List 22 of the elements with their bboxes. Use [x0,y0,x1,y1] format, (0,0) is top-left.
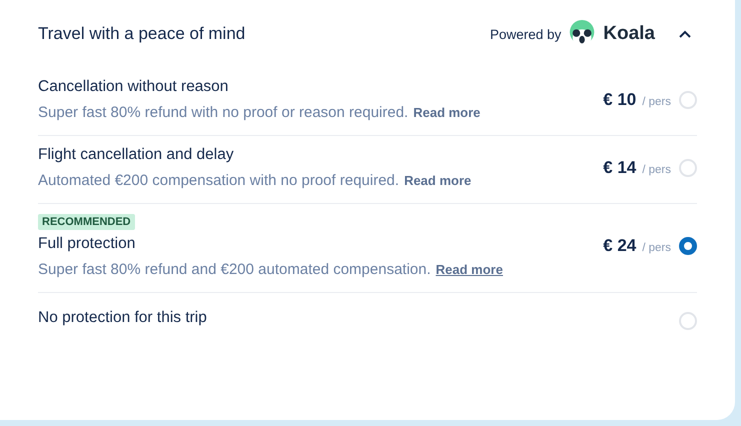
option-description: Automated €200 compensation with no proof required. [38,172,400,189]
price-unit: / pers [642,242,671,254]
chevron-icon[interactable] [679,30,691,38]
brand-name: Koala [603,23,655,45]
option-price: € 24 [603,236,636,256]
read-more-link[interactable]: Read more [404,173,472,188]
read-more-link[interactable]: Read more [436,262,503,277]
radio-button[interactable] [679,237,697,255]
powered-by-label: Powered by [490,26,562,42]
price-unit: / pers [642,96,671,108]
option-title: No protection for this trip [38,309,207,327]
option-price: € 10 [603,90,636,110]
option-price: € 14 [603,158,636,178]
option-description: Super fast 80% refund with no proof or reason required. [38,104,408,121]
read-more-link[interactable]: Read more [413,105,480,120]
option-title: Full protection [38,235,136,253]
price-unit: / pers [642,164,671,176]
recommended-badge: RECOMMENDED [38,214,135,230]
option-description: Super fast 80% refund and €200 automated compensation. [38,261,431,278]
section-title: Travel with a peace of mind [38,24,246,44]
option-title: Flight cancellation and delay [38,146,234,164]
option-title: Cancellation without reason [38,78,228,96]
